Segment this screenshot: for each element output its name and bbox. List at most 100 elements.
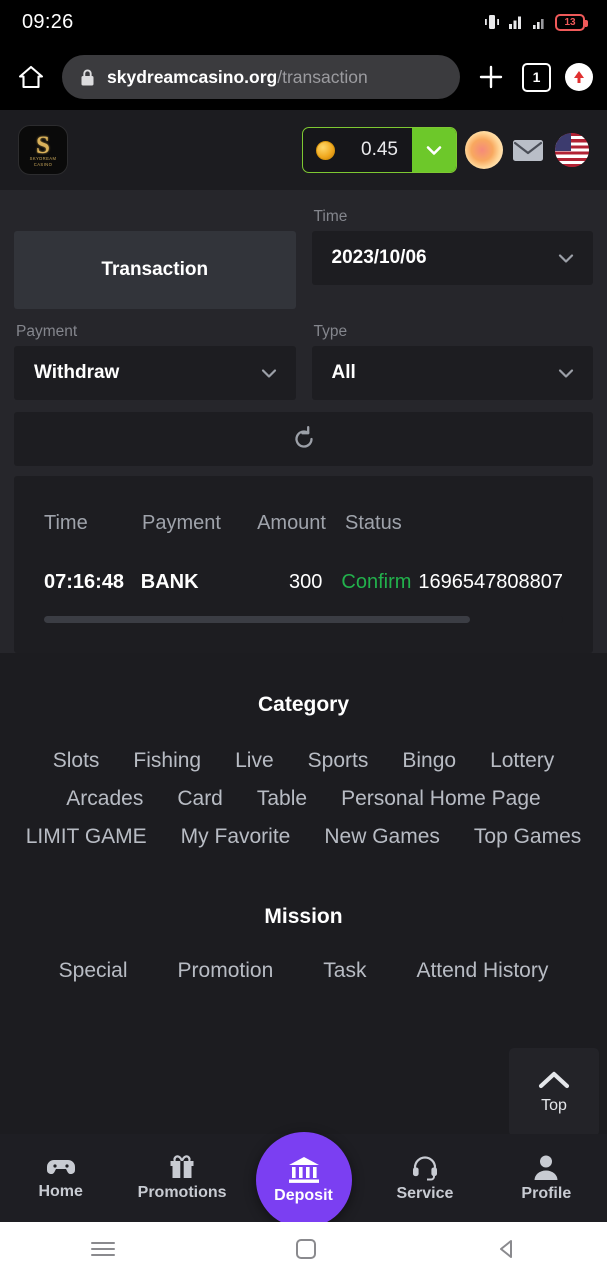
battery-icon: 13	[555, 13, 588, 31]
mission-link-promotion[interactable]: Promotion	[178, 959, 274, 983]
category-link-slots[interactable]: Slots	[53, 749, 100, 773]
scroll-to-top-button[interactable]: Top	[509, 1048, 599, 1136]
bank-icon	[288, 1157, 319, 1183]
url-path: /transaction	[277, 66, 368, 87]
time-filter-label: Time	[313, 208, 348, 225]
lock-icon	[81, 69, 94, 85]
balance-widget[interactable]: 0.45	[302, 127, 457, 173]
bottom-navigation: Home Promotions Deposit Service Profile	[0, 1132, 607, 1228]
nav-item-promotions[interactable]: Promotions	[121, 1154, 242, 1202]
recents-button[interactable]	[90, 1239, 116, 1264]
status-bar-clock: 09:26	[22, 10, 74, 33]
category-link-personal-home-page[interactable]: Personal Home Page	[341, 787, 541, 811]
tab-count: 1	[532, 69, 541, 85]
category-link-bingo[interactable]: Bingo	[402, 749, 456, 773]
gamepad-icon	[46, 1160, 75, 1174]
horizontal-scrollbar[interactable]	[44, 616, 563, 623]
cell-time: 07:16:48	[44, 571, 125, 593]
mission-link-attend-history[interactable]: Attend History	[416, 959, 548, 983]
transaction-panel: Transaction Time 2023/10/06 Payment With…	[0, 190, 607, 653]
us-flag-icon	[555, 133, 589, 167]
nav-label-home: Home	[38, 1183, 83, 1200]
payment-filter-value: Withdraw	[34, 362, 120, 383]
filter-section: Transaction Time 2023/10/06 Payment With…	[14, 190, 593, 400]
gift-icon	[170, 1155, 194, 1178]
cell-order-id: 1696547808807	[418, 571, 563, 593]
logo-subtitle-line2: CASINO	[33, 161, 53, 167]
column-header-time: Time	[44, 512, 88, 534]
home-icon[interactable]	[14, 60, 48, 94]
tab-spacer-label	[14, 208, 296, 231]
signal-icon	[533, 19, 544, 29]
profile-arrow-icon[interactable]	[565, 63, 593, 91]
triangle-back-icon	[499, 1239, 512, 1258]
nav-label-profile: Profile	[521, 1184, 572, 1202]
chevron-down-icon	[558, 369, 574, 378]
site-header: S SKYDREAM CASINO 0.45	[0, 110, 607, 190]
tab-transaction[interactable]: Transaction	[14, 231, 296, 309]
refresh-button[interactable]	[14, 412, 593, 466]
category-link-arcades[interactable]: Arcades	[66, 787, 143, 811]
tab-counter-button[interactable]: 1	[522, 62, 551, 92]
url-bar[interactable]: skydreamcasino.org/transaction	[62, 55, 460, 99]
chevron-down-icon	[426, 146, 442, 155]
vibrate-icon	[485, 15, 499, 29]
column-header-payment: Payment	[142, 512, 221, 534]
category-link-limit-game[interactable]: LIMIT GAME	[26, 825, 147, 849]
nav-item-service[interactable]: Service	[364, 1154, 485, 1203]
payment-filter-label: Payment	[16, 323, 78, 340]
scrollbar-thumb[interactable]	[44, 616, 470, 623]
category-links: Slots Fishing Live Sports Bingo Lottery …	[0, 717, 607, 849]
headset-icon	[412, 1155, 437, 1180]
avatar-icon	[465, 131, 503, 169]
column-header-status: Status	[345, 512, 402, 534]
mission-link-special[interactable]: Special	[59, 959, 128, 983]
category-link-live[interactable]: Live	[235, 749, 274, 773]
wifi-icon	[509, 16, 521, 29]
payment-filter-select[interactable]: Withdraw	[14, 346, 296, 400]
android-navigation-bar	[0, 1222, 607, 1280]
balance-amount: 0.45	[361, 139, 398, 160]
type-filter-label: Type	[313, 323, 348, 340]
category-link-sports[interactable]: Sports	[308, 749, 369, 773]
mail-icon	[513, 140, 543, 161]
type-filter-value: All	[331, 362, 356, 383]
type-filter-select[interactable]: All	[311, 346, 593, 400]
site-logo[interactable]: S SKYDREAM CASINO	[18, 125, 68, 175]
time-filter-value: 2023/10/06	[331, 247, 427, 268]
type-filter-col: Type All	[304, 323, 593, 400]
cell-amount: 300	[289, 571, 323, 593]
category-link-top-games[interactable]: Top Games	[474, 825, 581, 849]
mission-section-title: Mission	[264, 905, 343, 928]
filter-row-2: Payment Withdraw Type All	[14, 323, 593, 400]
language-button[interactable]	[555, 133, 589, 167]
back-button[interactable]	[496, 1238, 518, 1265]
category-link-fishing[interactable]: Fishing	[133, 749, 201, 773]
avatar-button[interactable]	[465, 131, 503, 169]
mail-button[interactable]	[511, 133, 545, 167]
refresh-icon	[294, 426, 313, 448]
balance-expand-button[interactable]	[412, 128, 456, 172]
category-link-table[interactable]: Table	[257, 787, 307, 811]
category-link-card[interactable]: Card	[177, 787, 223, 811]
nav-item-home[interactable]: Home	[0, 1155, 121, 1201]
category-link-my-favorite[interactable]: My Favorite	[181, 825, 291, 849]
deposit-button[interactable]: Deposit	[255, 1132, 352, 1228]
deposit-label: Deposit	[274, 1187, 333, 1204]
payment-filter-col: Payment Withdraw	[14, 323, 304, 400]
time-filter-select[interactable]: 2023/10/06	[311, 231, 593, 285]
home-button[interactable]	[295, 1238, 317, 1265]
mission-link-task[interactable]: Task	[323, 959, 366, 983]
chevron-down-icon	[261, 369, 276, 378]
nav-item-profile[interactable]: Profile	[486, 1154, 607, 1203]
transaction-tab-col: Transaction	[14, 208, 304, 309]
menu-icon	[90, 1241, 115, 1256]
table-header-row: Time Payment Amount Status	[14, 512, 593, 535]
table-row[interactable]: 07:16:48 BANK 300 Confirm 1696547808807	[14, 571, 593, 594]
chevron-down-icon	[558, 254, 574, 263]
plus-icon[interactable]	[474, 60, 508, 94]
coin-icon	[316, 140, 336, 160]
category-link-new-games[interactable]: New Games	[324, 825, 440, 849]
battery-level: 13	[564, 16, 576, 28]
category-link-lottery[interactable]: Lottery	[490, 749, 554, 773]
